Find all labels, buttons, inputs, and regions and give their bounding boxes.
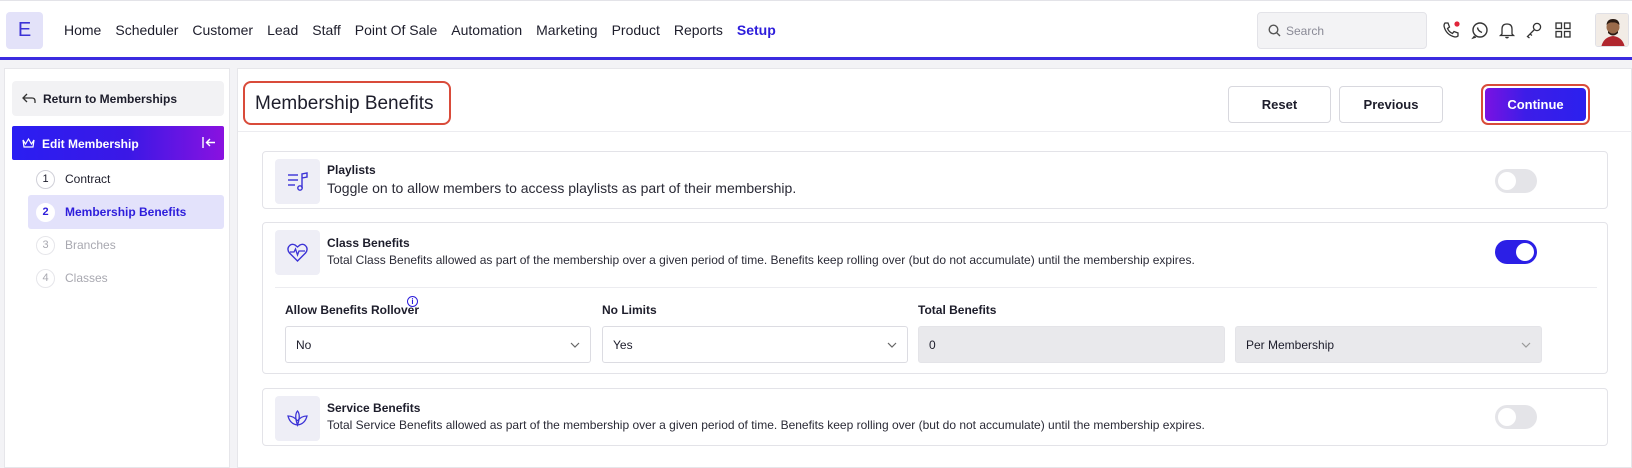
search-icon <box>1268 24 1281 37</box>
top-navbar: E Home Scheduler Customer Lead Staff Poi… <box>0 0 1632 60</box>
main-panel: Membership Benefits Reset Previous Conti… <box>237 68 1632 468</box>
nav-point-of-sale[interactable]: Point Of Sale <box>355 22 438 38</box>
return-to-memberships-label: Return to Memberships <box>43 92 178 106</box>
heart-pulse-icon <box>287 243 308 262</box>
nav-reports[interactable]: Reports <box>674 22 723 38</box>
edit-membership-label: Edit Membership <box>42 137 139 151</box>
no-limits-value: Yes <box>613 338 633 352</box>
step-label: Classes <box>65 271 108 285</box>
class-benefits-title: Class Benefits <box>327 236 410 250</box>
benefits-period-select[interactable]: Per Membership <box>1235 326 1542 363</box>
previous-button[interactable]: Previous <box>1339 86 1443 123</box>
main-nav: Home Scheduler Customer Lead Staff Point… <box>64 1 790 58</box>
step-label: Membership Benefits <box>65 205 187 219</box>
toggle-knob <box>1498 408 1516 426</box>
step-branches[interactable]: 3 Branches <box>28 228 224 262</box>
service-benefits-title: Service Benefits <box>327 401 421 415</box>
nav-scheduler[interactable]: Scheduler <box>115 22 178 38</box>
service-benefits-icon-box <box>275 396 320 441</box>
class-benefits-icon-box <box>275 230 320 275</box>
info-icon[interactable]: i <box>407 296 418 307</box>
total-benefits-input[interactable]: 0 <box>918 326 1225 363</box>
nav-automation[interactable]: Automation <box>451 22 522 38</box>
playlists-description: Toggle on to allow members to access pla… <box>327 180 797 196</box>
search-placeholder: Search <box>1286 24 1325 38</box>
whatsapp-icon[interactable] <box>1470 20 1490 40</box>
page-title-highlight: Membership Benefits <box>243 81 451 125</box>
step-number: 2 <box>36 203 55 222</box>
playlists-toggle[interactable] <box>1495 169 1537 193</box>
step-number: 3 <box>36 236 55 255</box>
step-label: Contract <box>65 172 111 186</box>
collapse-sidebar-icon[interactable] <box>202 136 216 149</box>
step-membership-benefits[interactable]: 2 Membership Benefits <box>28 195 224 229</box>
bell-icon[interactable] <box>1497 20 1517 40</box>
step-label: Branches <box>65 238 116 252</box>
app-logo[interactable]: E <box>6 12 43 49</box>
page-title: Membership Benefits <box>255 93 434 114</box>
service-benefits-description: Total Service Benefits allowed as part o… <box>327 418 1205 432</box>
nav-staff[interactable]: Staff <box>312 22 341 38</box>
header-divider <box>238 131 1632 132</box>
back-arrow-icon <box>22 93 36 103</box>
crown-icon <box>22 137 35 148</box>
search-input[interactable]: Search <box>1257 12 1427 49</box>
no-limits-label: No Limits <box>602 303 657 317</box>
nav-customer[interactable]: Customer <box>192 22 253 38</box>
step-contract[interactable]: 1 Contract <box>28 162 224 196</box>
step-number: 4 <box>36 269 55 288</box>
total-benefits-label: Total Benefits <box>918 303 997 317</box>
lotus-icon <box>287 410 308 427</box>
step-classes[interactable]: 4 Classes <box>28 261 224 295</box>
no-limits-select[interactable]: Yes <box>602 326 908 363</box>
nav-lead[interactable]: Lead <box>267 22 298 38</box>
class-benefits-description: Total Class Benefits allowed as part of … <box>327 253 1195 267</box>
continue-button[interactable]: Continue <box>1485 88 1586 121</box>
sidebar: Return to Memberships Edit Membership 1 … <box>4 68 230 468</box>
apps-grid-icon[interactable] <box>1553 20 1573 40</box>
edit-membership-header: Edit Membership <box>12 126 224 160</box>
class-benefits-card: Class Benefits Total Class Benefits allo… <box>262 222 1608 374</box>
class-benefits-divider <box>275 287 1597 288</box>
chevron-down-icon <box>887 342 897 348</box>
playlists-icon-box <box>275 159 320 204</box>
rollover-select[interactable]: No <box>285 326 591 363</box>
class-benefits-toggle[interactable] <box>1495 240 1537 264</box>
chevron-down-icon <box>1521 342 1531 348</box>
user-avatar-image <box>1596 14 1628 46</box>
phone-icon[interactable] <box>1441 20 1461 40</box>
toggle-knob <box>1516 243 1534 261</box>
rollover-value: No <box>296 338 312 352</box>
service-benefits-card: Service Benefits Total Service Benefits … <box>262 388 1608 446</box>
service-benefits-toggle[interactable] <box>1495 405 1537 429</box>
nav-marketing[interactable]: Marketing <box>536 22 597 38</box>
playlist-icon <box>288 172 308 191</box>
return-to-memberships-button[interactable]: Return to Memberships <box>12 81 224 116</box>
chevron-down-icon <box>570 342 580 348</box>
benefits-period-value: Per Membership <box>1246 338 1335 352</box>
total-benefits-value: 0 <box>929 338 936 352</box>
toggle-knob <box>1498 172 1516 190</box>
nav-product[interactable]: Product <box>612 22 660 38</box>
playlists-title: Playlists <box>327 163 376 177</box>
playlists-card: Playlists Toggle on to allow members to … <box>262 151 1608 209</box>
continue-button-highlight: Continue <box>1481 84 1590 125</box>
user-avatar[interactable] <box>1595 13 1629 47</box>
reset-button[interactable]: Reset <box>1228 86 1331 123</box>
key-icon[interactable] <box>1524 20 1544 40</box>
rollover-label: Allow Benefits Rollover <box>285 303 420 317</box>
nav-setup[interactable]: Setup <box>737 22 776 38</box>
step-number: 1 <box>36 170 55 189</box>
nav-home[interactable]: Home <box>64 22 101 38</box>
